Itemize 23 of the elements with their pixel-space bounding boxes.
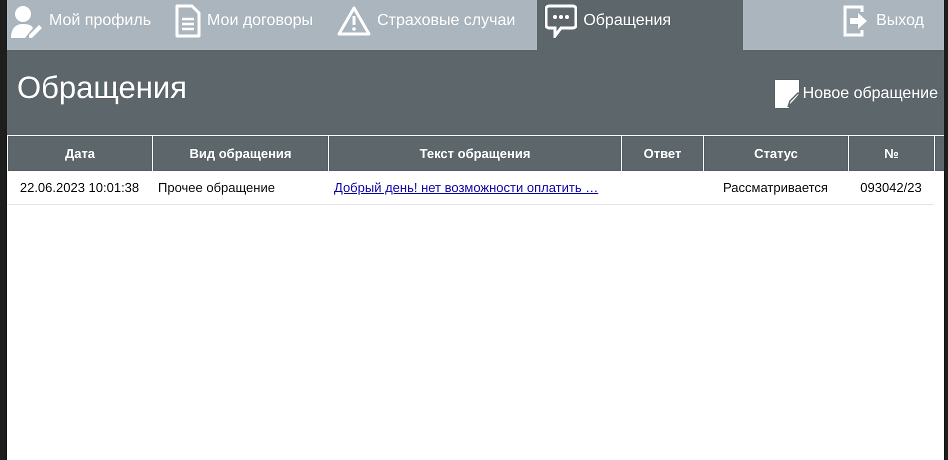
table-cell: Прочее обращение xyxy=(152,171,328,205)
page-title: Обращения xyxy=(17,70,187,106)
warning-icon xyxy=(337,6,372,36)
request-text-link[interactable]: Добрый день! нет возможности оплатить … xyxy=(334,180,598,195)
document-icon xyxy=(175,4,202,38)
nav-tab[interactable]: Обращения xyxy=(537,0,744,50)
logout-button[interactable]: Выход xyxy=(842,0,944,50)
new-request-button[interactable]: Новое обращение xyxy=(774,80,938,108)
column-header: № xyxy=(848,135,934,171)
nav-tab[interactable]: Страховые случаи xyxy=(335,0,526,50)
table-cell: 22.06.2023 10:01:38 xyxy=(7,171,152,205)
chat-bubble-icon xyxy=(545,4,578,38)
nav-tab[interactable]: Мой профиль xyxy=(7,0,162,50)
edit-note-icon xyxy=(774,80,799,108)
column-header: Ответ xyxy=(621,135,703,171)
nav-tab[interactable]: Мои договоры xyxy=(173,0,324,50)
column-header: Вид обращения xyxy=(152,135,328,171)
column-header: Статус xyxy=(703,135,848,171)
user-edit-icon xyxy=(9,4,43,38)
table-cell: 093042/23 xyxy=(848,171,934,205)
column-header: Текст обращения xyxy=(328,135,621,171)
table-cell: Рассматривается xyxy=(703,171,848,205)
column-header: Дата xyxy=(7,135,152,171)
